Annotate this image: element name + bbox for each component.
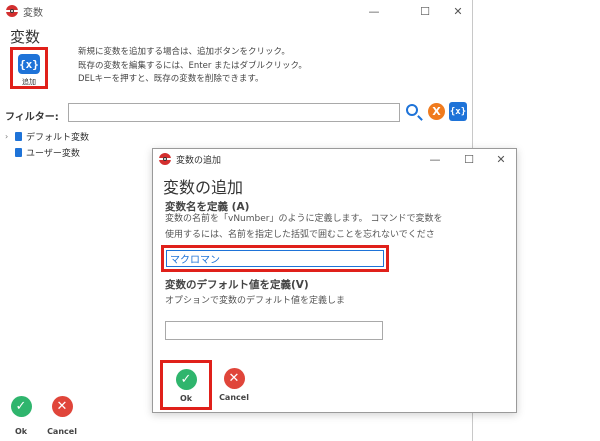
description-line: 変数の名前を「vNumber」のように定義します。 コマンドで変数を: [165, 214, 443, 224]
dialog-title: 変数の追加: [176, 155, 222, 166]
main-ok-button[interactable]: ✓ Ok: [8, 396, 34, 436]
close-button[interactable]: ✕: [444, 0, 472, 22]
folder-icon: [15, 132, 22, 141]
highlight-frame: マクロマン: [161, 245, 389, 272]
app-logo-icon: [6, 5, 18, 17]
dialog-ok-button[interactable]: ✓ Ok: [173, 369, 199, 403]
clear-filter-icon[interactable]: X: [428, 103, 445, 120]
variable-name-input[interactable]: マクロマン: [166, 250, 384, 267]
default-value-label: 変数のデフォルト値を定義(V): [165, 279, 309, 291]
dialog-cancel-button[interactable]: ✕ Cancel: [217, 368, 251, 402]
ok-label: Ok: [14, 427, 28, 436]
maximize-button[interactable]: ☐: [411, 0, 439, 22]
main-titlebar: 変数: [0, 0, 472, 22]
add-variable-dialog: 変数の追加 — ☐ ✕ 変数の追加 変数名を定義 (A) 変数の名前を「vNum…: [152, 148, 517, 413]
ok-label: Ok: [179, 394, 193, 403]
default-value-description: オプションで変数のデフォルト値を定義しま: [165, 296, 346, 306]
add-button-label: 追加: [22, 78, 36, 86]
instructions: 新規に変数を追加する場合は、追加ボタンをクリック。 既存の変数を編集するには、E…: [78, 46, 378, 87]
check-icon: ✓: [10, 396, 32, 417]
tree-item-user-variables[interactable]: ユーザー変数: [5, 146, 80, 159]
instruction-line: DELキーを押すと、既存の変数を削除できます。: [78, 74, 264, 84]
cancel-x-icon: ✕: [223, 368, 245, 389]
instruction-line: 新規に変数を追加する場合は、追加ボタンをクリック。: [78, 47, 290, 57]
description-line: 使用するには、名前を指定した括弧で囲むことを忘れないでくださ: [165, 230, 435, 240]
tree-item-label: ユーザー変数: [26, 149, 80, 159]
highlight-frame: ✓ Ok: [160, 360, 212, 410]
variable-filter-icon[interactable]: {x}: [449, 102, 467, 121]
main-cancel-button[interactable]: ✕ Cancel: [45, 396, 79, 436]
tree-item-default-variables[interactable]: › デフォルト変数: [5, 130, 89, 143]
cancel-x-icon: ✕: [51, 396, 73, 417]
dialog-close-button[interactable]: ✕: [487, 149, 515, 169]
variable-icon: {x}: [18, 54, 40, 74]
add-variable-button[interactable]: {x} 追加: [10, 47, 48, 89]
check-icon: ✓: [175, 369, 197, 390]
dialog-maximize-button[interactable]: ☐: [455, 149, 483, 169]
minimize-button[interactable]: —: [360, 0, 388, 22]
dialog-minimize-button[interactable]: —: [421, 149, 449, 169]
page-title: 変数: [10, 28, 41, 46]
cancel-label: Cancel: [219, 393, 249, 402]
cancel-label: Cancel: [47, 427, 77, 436]
main-window-title: 変数: [23, 7, 43, 19]
folder-icon: [15, 148, 22, 157]
tree-item-label: デフォルト変数: [26, 133, 90, 143]
filter-label: フィルター:: [5, 112, 59, 123]
filter-input[interactable]: [68, 103, 400, 122]
default-value-input[interactable]: [165, 321, 383, 340]
app-logo-icon: [159, 153, 171, 165]
variable-name-description: 変数の名前を「vNumber」のように定義します。 コマンドで変数を 使用するに…: [165, 211, 510, 243]
dialog-heading: 変数の追加: [163, 178, 244, 197]
search-icon[interactable]: [406, 104, 418, 116]
expand-arrow-icon[interactable]: ›: [5, 132, 15, 141]
instruction-line: 既存の変数を編集するには、Enter またはダブルクリック。: [78, 60, 307, 71]
